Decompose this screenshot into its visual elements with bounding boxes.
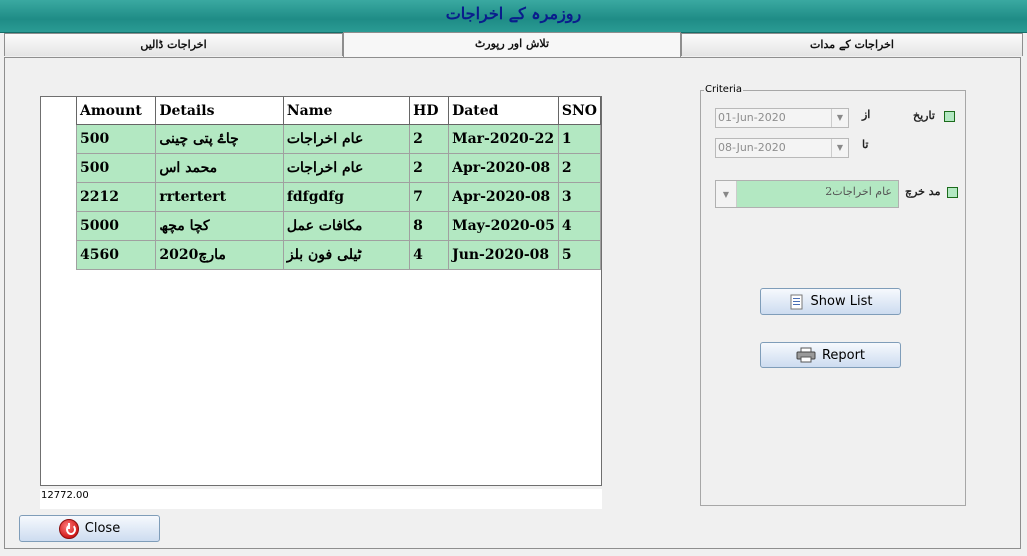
cell-sno[interactable]: 1 xyxy=(557,124,602,154)
col-dated-header[interactable]: Dated xyxy=(448,97,559,125)
total-amount: 12772.00 xyxy=(40,489,602,509)
col-name-header[interactable]: Name xyxy=(282,97,411,125)
report-button[interactable]: Report xyxy=(760,342,901,368)
col-sno-header[interactable]: SNO xyxy=(557,97,602,125)
cell-hd[interactable]: 7 xyxy=(409,182,450,212)
cell-sno[interactable]: 3 xyxy=(557,182,602,212)
category-select[interactable]: ▼ 2عام اخراجات xyxy=(715,180,899,208)
show-list-label: Show List xyxy=(810,294,873,309)
col-details-header[interactable]: Details xyxy=(155,97,284,125)
list-document-icon xyxy=(790,294,803,309)
cell-name[interactable]: fdfgdfg xyxy=(282,182,411,212)
col-amount-header[interactable]: Amount xyxy=(75,97,157,125)
power-icon xyxy=(58,518,79,539)
cell-details[interactable]: کچا مچھ xyxy=(155,211,284,241)
from-date-value: 01-Jun-2020 xyxy=(718,111,786,124)
chevron-down-icon[interactable]: ▼ xyxy=(831,109,848,127)
report-label: Report xyxy=(821,347,866,363)
cell-dated[interactable]: Apr-2020-08 xyxy=(448,182,559,212)
cell-name[interactable]: مکافات عمل xyxy=(282,211,411,241)
expenses-table: Amount Details Name HD Dated SNO 500 چاۓ… xyxy=(75,97,602,270)
to-date-value: 08-Jun-2020 xyxy=(718,141,786,154)
date-checkbox[interactable] xyxy=(944,111,955,122)
cell-name[interactable]: عام اخراجات xyxy=(282,124,411,154)
close-button[interactable]: Close xyxy=(19,515,160,542)
cell-sno[interactable]: 5 xyxy=(557,240,602,270)
chevron-down-icon[interactable]: ▼ xyxy=(831,139,848,157)
cell-amount[interactable]: 5000 xyxy=(75,211,157,241)
cell-dated[interactable]: Jun-2020-08 xyxy=(448,240,559,270)
cell-details[interactable]: مارچ2020 xyxy=(155,240,284,270)
cell-dated[interactable]: May-2020-05 xyxy=(448,211,559,241)
tab-add-expenses[interactable]: اخراجات ڈالیں xyxy=(4,33,343,56)
category-checkbox[interactable] xyxy=(947,187,958,198)
table-row[interactable]: 4560 مارچ2020 ٹیلی فون بلز 4 Jun-2020-08… xyxy=(75,240,602,270)
cell-name[interactable]: ٹیلی فون بلز xyxy=(282,240,411,270)
window-title: روزمرہ کے اخراجات xyxy=(445,4,582,23)
cell-sno[interactable]: 2 xyxy=(557,153,602,183)
table-row[interactable]: 500 محمد اس عام اخراجات 2 Apr-2020-08 2 xyxy=(75,153,602,183)
table-row[interactable]: 5000 کچا مچھ مکافات عمل 8 May-2020-05 4 xyxy=(75,211,602,241)
tab-expense-heads[interactable]: اخراجات کے مدات xyxy=(681,33,1023,56)
cell-amount[interactable]: 500 xyxy=(75,153,157,183)
to-label: تا xyxy=(862,138,869,151)
printer-icon xyxy=(796,347,816,363)
cell-dated[interactable]: Mar-2020-22 xyxy=(448,124,559,154)
from-label: از xyxy=(862,108,871,121)
cell-sno[interactable]: 4 xyxy=(557,211,602,241)
cell-hd[interactable]: 4 xyxy=(409,240,450,270)
criteria-legend: Criteria xyxy=(704,84,743,95)
table-row[interactable]: 2212 rrtertert fdfgdfg 7 Apr-2020-08 3 xyxy=(75,182,602,212)
cell-amount[interactable]: 2212 xyxy=(75,182,157,212)
cell-dated[interactable]: Apr-2020-08 xyxy=(448,153,559,183)
cell-hd[interactable]: 2 xyxy=(409,153,450,183)
show-list-button[interactable]: Show List xyxy=(760,288,901,315)
cell-details[interactable]: چاۓ پتی چینی xyxy=(155,124,284,154)
tab-search-report[interactable]: تلاش اور رپورٹ xyxy=(343,32,681,57)
cell-name[interactable]: عام اخراجات xyxy=(282,153,411,183)
cell-hd[interactable]: 8 xyxy=(409,211,450,241)
from-date-picker[interactable]: 01-Jun-2020 ▼ xyxy=(715,108,849,128)
cell-details[interactable]: rrtertert xyxy=(155,182,284,212)
col-hd-header[interactable]: HD xyxy=(409,97,450,125)
category-label: مد خرچ xyxy=(905,185,941,198)
expenses-grid[interactable]: Amount Details Name HD Dated SNO 500 چاۓ… xyxy=(40,96,602,486)
to-date-picker[interactable]: 08-Jun-2020 ▼ xyxy=(715,138,849,158)
tab-strip: اخراجات ڈالیں تلاش اور رپورٹ اخراجات کے … xyxy=(4,32,1023,57)
cell-amount[interactable]: 4560 xyxy=(75,240,157,270)
title-bar: روزمرہ کے اخراجات xyxy=(0,0,1027,33)
date-label: تاریخ xyxy=(913,109,935,122)
cell-amount[interactable]: 500 xyxy=(75,124,157,154)
table-row[interactable]: 500 چاۓ پتی چینی عام اخراجات 2 Mar-2020-… xyxy=(75,124,602,154)
close-button-label: Close xyxy=(84,521,121,536)
cell-details[interactable]: محمد اس xyxy=(155,153,284,183)
chevron-down-icon[interactable]: ▼ xyxy=(716,181,737,207)
header-row: Amount Details Name HD Dated SNO xyxy=(75,97,602,125)
category-value: 2عام اخراجات xyxy=(825,185,892,198)
cell-hd[interactable]: 2 xyxy=(409,124,450,154)
